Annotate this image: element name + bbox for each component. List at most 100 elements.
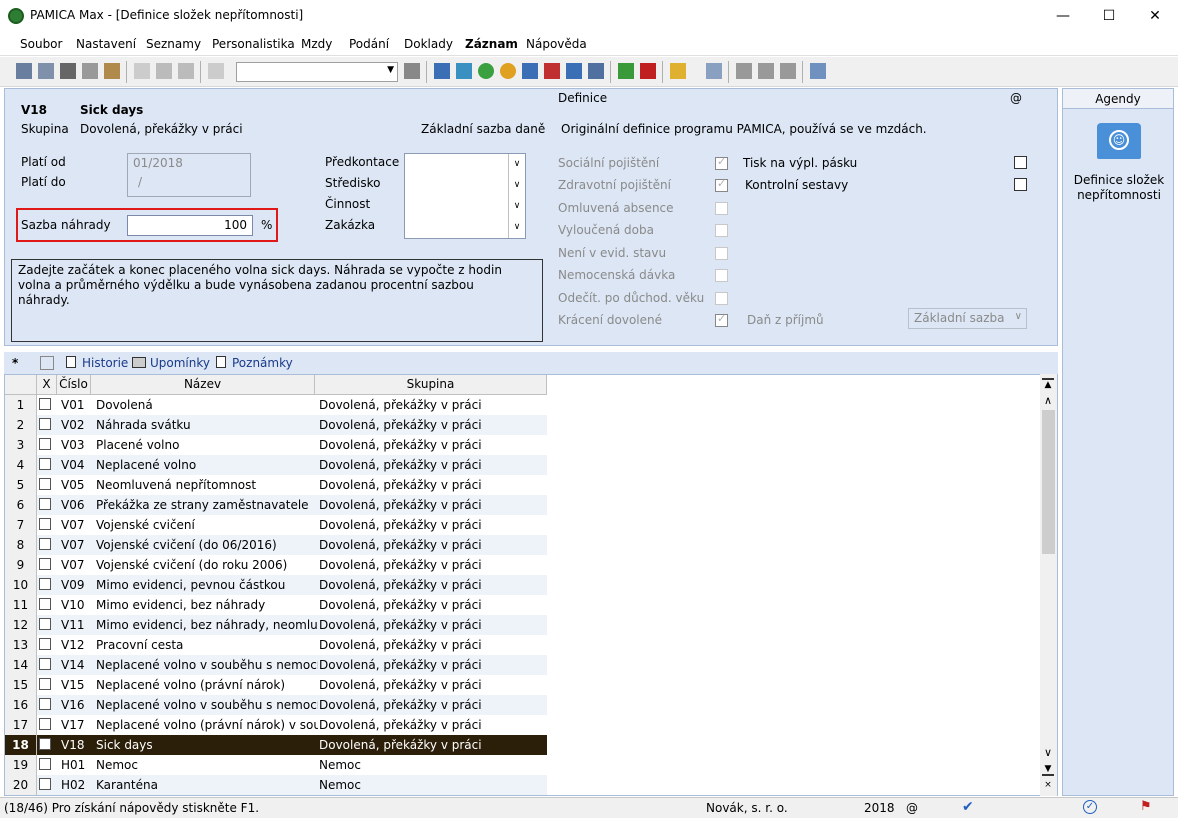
report-icon[interactable] [104, 63, 120, 79]
row-checkbox[interactable] [39, 678, 51, 690]
print-icon[interactable] [60, 63, 76, 79]
header-nazev[interactable]: Název [91, 375, 315, 395]
table-row[interactable]: 10 V09 Mimo evidenci, pevnou částkou Dovole… [5, 575, 547, 595]
menu-podani[interactable]: Podání [349, 37, 389, 51]
row-checkbox[interactable] [39, 578, 51, 590]
calculator-icon[interactable] [706, 63, 722, 79]
list-icon[interactable] [736, 63, 752, 79]
table-row[interactable]: 17 V17 Neplacené volno (právní nárok) v so… [5, 715, 547, 735]
mail-m-icon[interactable] [434, 63, 450, 79]
row-checkbox[interactable] [39, 658, 51, 670]
maximize-button[interactable]: ☐ [1086, 0, 1132, 32]
help-pointer-icon[interactable] [810, 63, 826, 79]
table-row[interactable]: 1 V01 Dovolená Dovolená, překážky v práci [5, 395, 547, 415]
flag-green-icon[interactable] [618, 63, 634, 79]
menu-napoveda[interactable]: Nápověda [526, 37, 587, 51]
row-checkbox[interactable] [39, 758, 51, 770]
form-icon[interactable] [780, 63, 796, 79]
flag-status-icon[interactable]: ⚑ [1140, 799, 1152, 814]
scroll-down-icon[interactable]: ∨ [1042, 746, 1054, 760]
table-row[interactable]: 7 V07 Vojenské cvičení Dovolená, překážky v… [5, 515, 547, 535]
predkontace-dropdown[interactable]: ∨ [508, 154, 525, 175]
tab-poznamky[interactable]: Poznámky [232, 356, 293, 370]
row-checkbox[interactable] [39, 718, 51, 730]
toolbar-combo[interactable]: ▼ [236, 62, 398, 82]
table-icon[interactable] [758, 63, 774, 79]
scroll-up-icon[interactable]: ∧ [1042, 394, 1054, 408]
agenda-item-label[interactable]: Definice složek nepřítomnosti [1067, 173, 1171, 203]
table-row[interactable]: 19 H01 Nemoc Nemoc [5, 755, 547, 775]
minimize-button[interactable]: — [1040, 0, 1086, 32]
table-row[interactable]: 16 V16 Neplacené volno v souběhu s nemocí D… [5, 695, 547, 715]
mail-blue2-icon[interactable] [566, 63, 582, 79]
table-row[interactable]: 20 H02 Karanténa Nemoc [5, 775, 547, 795]
scroll-top-icon[interactable]: ▲ [1042, 378, 1054, 390]
valid-to-value[interactable]: / [138, 175, 142, 189]
scroll-bottom-icon[interactable]: ▼ [1042, 764, 1054, 776]
flag-red-icon[interactable] [640, 63, 656, 79]
table-row[interactable]: 13 V12 Pracovní cesta Dovolená, překážky v … [5, 635, 547, 655]
row-checkbox[interactable] [39, 478, 51, 490]
row-checkbox[interactable] [39, 518, 51, 530]
header-x[interactable]: X [37, 375, 57, 395]
menu-seznamy[interactable]: Seznamy [146, 37, 201, 51]
upload-icon[interactable] [456, 63, 472, 79]
row-checkbox[interactable] [39, 458, 51, 470]
table-row[interactable]: 9 V07 Vojenské cvičení (do roku 2006) Dovol… [5, 555, 547, 575]
row-checkbox[interactable] [39, 438, 51, 450]
table-row[interactable]: 18 V18 Sick days Dovolená, překážky v práci [5, 735, 547, 755]
filter-tab-icon[interactable] [40, 356, 54, 370]
mail-red-icon[interactable] [544, 63, 560, 79]
menu-zaznam[interactable]: Záznam [465, 37, 518, 51]
table-row[interactable]: 12 V11 Mimo evidenci, bez náhrady, neomluv… [5, 615, 547, 635]
row-checkbox[interactable] [39, 418, 51, 430]
table-row[interactable]: 8 V07 Vojenské cvičení (do 06/2016) Dovolen… [5, 535, 547, 555]
table-row[interactable]: 4 V04 Neplacené volno Dovolená, překážky v … [5, 455, 547, 475]
row-checkbox[interactable] [39, 618, 51, 630]
filter-icon[interactable] [404, 63, 420, 79]
ok-circle-icon[interactable]: ✓ [1083, 800, 1097, 814]
accessibility-folder-icon[interactable]: ☺ [1097, 123, 1141, 159]
kontrolni-checkbox[interactable] [1014, 178, 1027, 191]
tab-historie[interactable]: Historie [82, 356, 128, 370]
save-icon[interactable] [156, 63, 172, 79]
description-textarea[interactable]: Zadejte začátek a konec placeného volna … [11, 259, 543, 342]
rate-input[interactable]: 100 [127, 215, 253, 236]
folder-icon[interactable] [670, 63, 686, 79]
table-row[interactable]: 14 V14 Neplacené volno v souběhu s nemocí D… [5, 655, 547, 675]
table-row[interactable]: 5 V05 Neomluvená nepřítomnost Dovolená, pře… [5, 475, 547, 495]
mail-blue-icon[interactable] [522, 63, 538, 79]
table-row[interactable]: 11 V10 Mimo evidenci, bez náhrady Dovolená,… [5, 595, 547, 615]
row-checkbox[interactable] [39, 738, 51, 750]
menu-personalistika[interactable]: Personalistika [212, 37, 295, 51]
stredisko-dropdown[interactable]: ∨ [508, 175, 525, 196]
check-pen-icon[interactable]: ✔ [962, 799, 974, 815]
row-checkbox[interactable] [39, 398, 51, 410]
tisk-checkbox[interactable] [1014, 156, 1027, 169]
row-checkbox[interactable] [39, 498, 51, 510]
menu-soubor[interactable]: Soubor [20, 37, 62, 51]
row-checkbox[interactable] [39, 558, 51, 570]
header-skupina[interactable]: Skupina [315, 375, 547, 395]
zakazka-dropdown[interactable]: ∨ [508, 217, 525, 238]
tab-star[interactable]: * [12, 356, 18, 370]
row-checkbox[interactable] [39, 638, 51, 650]
cinnost-dropdown[interactable]: ∨ [508, 196, 525, 217]
new-record-icon[interactable] [16, 63, 32, 79]
row-checkbox[interactable] [39, 698, 51, 710]
scroll-close-icon[interactable]: × [1042, 780, 1054, 792]
clipboard-icon[interactable] [208, 63, 224, 79]
scroll-thumb[interactable] [1042, 410, 1055, 554]
person-yellow-icon[interactable] [500, 63, 516, 79]
print-preview-icon[interactable] [82, 63, 98, 79]
menu-doklady[interactable]: Doklady [404, 37, 453, 51]
table-row[interactable]: 3 V03 Placené volno Dovolená, překážky v pr… [5, 435, 547, 455]
menu-mzdy[interactable]: Mzdy [301, 37, 332, 51]
header-cislo[interactable]: Číslo [57, 375, 91, 395]
menu-nastaveni[interactable]: Nastavení [76, 37, 136, 51]
mail-check-icon[interactable] [588, 63, 604, 79]
close-button[interactable]: ✕ [1132, 0, 1178, 32]
copy-record-icon[interactable] [38, 63, 54, 79]
row-checkbox[interactable] [39, 538, 51, 550]
table-row[interactable]: 2 V02 Náhrada svátku Dovolená, překážky v p… [5, 415, 547, 435]
